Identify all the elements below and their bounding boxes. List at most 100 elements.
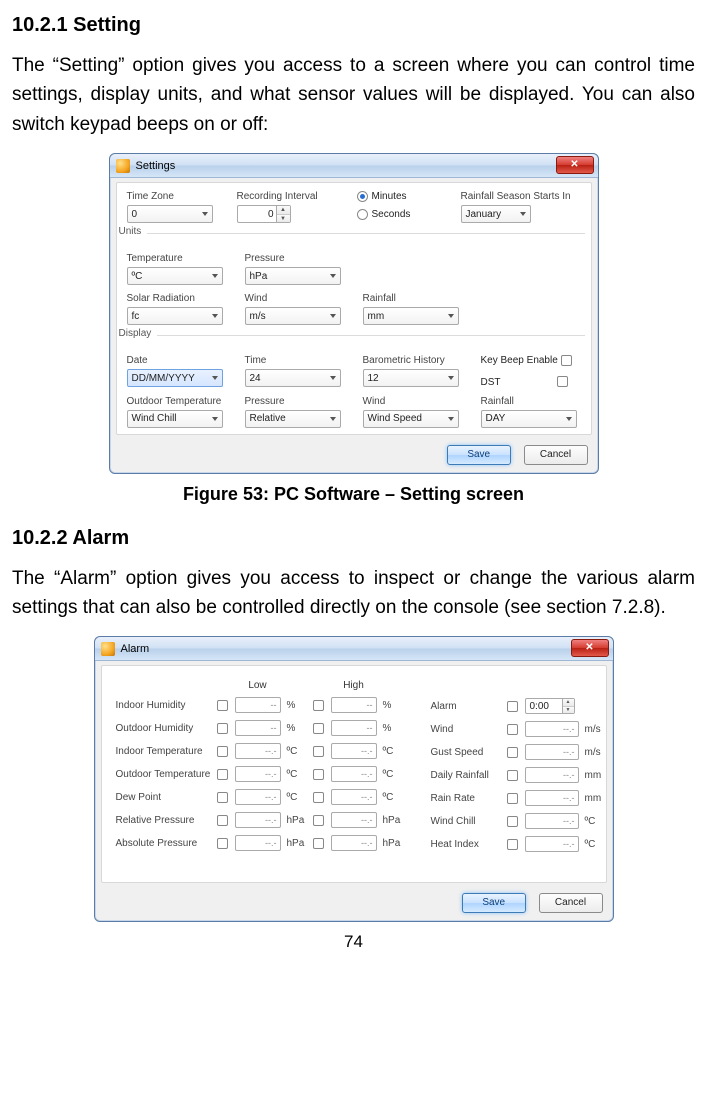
alarm-value-input[interactable]: --.- (525, 790, 579, 806)
outdoor-temp-select[interactable]: Wind Chill (127, 410, 223, 428)
checkbox-icon[interactable] (313, 723, 324, 734)
alarm-unit: ºC (287, 746, 307, 757)
disp-wind-value: Wind Speed (368, 413, 422, 424)
alarm-high-input[interactable]: --.- (331, 766, 377, 782)
timezone-value: 0 (132, 209, 138, 220)
seconds-label: Seconds (372, 210, 411, 221)
alarm-low-input[interactable]: --.- (235, 766, 281, 782)
disp-wind-select[interactable]: Wind Speed (363, 410, 459, 428)
time-value: 24 (250, 373, 261, 384)
temperature-value: ºC (132, 271, 143, 282)
checkbox-icon[interactable] (217, 746, 228, 757)
alarm-low-input[interactable]: --.- (235, 743, 281, 759)
alarm-high-input[interactable]: --.- (331, 743, 377, 759)
display-group-label: Display (119, 328, 158, 339)
alarm-value-input[interactable]: --.- (525, 767, 579, 783)
baro-select[interactable]: 12 (363, 369, 459, 387)
low-header: Low (235, 680, 281, 691)
rainfall-unit-select[interactable]: mm (363, 307, 459, 325)
wind-unit-select[interactable]: m/s (245, 307, 341, 325)
checkbox-icon[interactable] (217, 792, 228, 803)
alarm-row-label: Rain Rate (431, 793, 501, 804)
checkbox-icon[interactable] (313, 815, 324, 826)
rain-season-select[interactable]: January (461, 205, 531, 223)
checkbox-icon[interactable] (217, 815, 228, 826)
rain-season-value: January (466, 209, 502, 220)
radio-icon (357, 191, 368, 202)
chevron-down-icon (212, 314, 218, 318)
alarm-value-input[interactable]: --.- (525, 744, 579, 760)
alarm-high-input[interactable]: -- (331, 697, 377, 713)
alarm-high-input[interactable]: --.- (331, 789, 377, 805)
alarm-high-input[interactable]: -- (331, 720, 377, 736)
checkbox-icon[interactable] (313, 792, 324, 803)
checkbox-icon (561, 355, 572, 366)
checkbox-icon[interactable] (217, 700, 228, 711)
disp-pressure-select[interactable]: Relative (245, 410, 341, 428)
checkbox-icon[interactable] (313, 769, 324, 780)
solar-select[interactable]: fc (127, 307, 223, 325)
chevron-down-icon (330, 376, 336, 380)
checkbox-icon[interactable] (507, 701, 518, 712)
chevron-down-icon (330, 274, 336, 278)
minutes-radio-row[interactable]: Minutes (357, 191, 411, 202)
checkbox-icon[interactable] (507, 839, 518, 850)
cancel-button[interactable]: Cancel (539, 893, 603, 913)
pressure-unit-select[interactable]: hPa (245, 267, 341, 285)
high-header: High (331, 680, 377, 691)
alarm-low-input[interactable]: --.- (235, 812, 281, 828)
app-icon (116, 159, 130, 173)
save-button[interactable]: Save (447, 445, 511, 465)
dst-row[interactable]: DST (481, 376, 581, 387)
checkbox-icon[interactable] (313, 700, 324, 711)
alarm-low-input[interactable]: --.- (235, 835, 281, 851)
checkbox-icon[interactable] (507, 747, 518, 758)
spin-down-icon[interactable]: ▼ (563, 707, 574, 714)
alarm-high-input[interactable]: --.- (331, 835, 377, 851)
alarm-low-input[interactable]: -- (235, 697, 281, 713)
timezone-select[interactable]: 0 (127, 205, 213, 223)
close-button[interactable]: ✕ (556, 156, 594, 174)
alarm-value-input[interactable]: --.- (525, 721, 579, 737)
checkbox-icon[interactable] (313, 838, 324, 849)
checkbox-icon[interactable] (313, 746, 324, 757)
alarm-value-input[interactable]: --.- (525, 813, 579, 829)
temperature-select[interactable]: ºC (127, 267, 223, 285)
checkbox-icon[interactable] (217, 769, 228, 780)
alarm-dialog: Alarm ✕ Low High Indoor Humidity--%--%Ou… (94, 636, 614, 922)
disp-wind-label: Wind (363, 396, 463, 407)
alarm-low-input[interactable]: --.- (235, 789, 281, 805)
close-button[interactable]: ✕ (571, 639, 609, 657)
seconds-radio-row[interactable]: Seconds (357, 209, 411, 220)
app-icon (101, 642, 115, 656)
checkbox-icon[interactable] (217, 723, 228, 734)
wind-unit-value: m/s (250, 311, 266, 322)
spin-up-icon[interactable]: ▲ (277, 206, 290, 215)
save-button[interactable]: Save (462, 893, 526, 913)
checkbox-icon[interactable] (217, 838, 228, 849)
checkbox-icon[interactable] (507, 793, 518, 804)
alarm-value-input[interactable]: --.- (525, 836, 579, 852)
spin-down-icon[interactable]: ▼ (277, 215, 290, 223)
keybeep-row[interactable]: Key Beep Enable (481, 355, 581, 366)
checkbox-icon[interactable] (507, 770, 518, 781)
disp-rainfall-select[interactable]: DAY (481, 410, 577, 428)
date-label: Date (127, 355, 227, 366)
cancel-button[interactable]: Cancel (524, 445, 588, 465)
checkbox-icon[interactable] (507, 816, 518, 827)
figure-caption-53: Figure 53: PC Software – Setting screen (12, 484, 695, 505)
rec-interval-label: Recording Interval (237, 191, 339, 202)
pressure-unit-label: Pressure (245, 253, 345, 264)
checkbox-icon[interactable] (507, 724, 518, 735)
alarm-low-input[interactable]: -- (235, 720, 281, 736)
alarm-time-input[interactable]: 0:00▲▼ (525, 698, 575, 714)
alarm-unit: ºC (383, 746, 403, 757)
spin-up-icon[interactable]: ▲ (563, 699, 574, 707)
date-select[interactable]: DD/MM/YYYY (127, 369, 223, 387)
settings-title: Settings (136, 160, 176, 172)
units-group-label: Units (119, 226, 148, 237)
rec-interval-input[interactable]: 0 ▲▼ (237, 205, 291, 223)
alarm-high-input[interactable]: --.- (331, 812, 377, 828)
time-select[interactable]: 24 (245, 369, 341, 387)
rec-interval-value: 0 (268, 209, 274, 220)
